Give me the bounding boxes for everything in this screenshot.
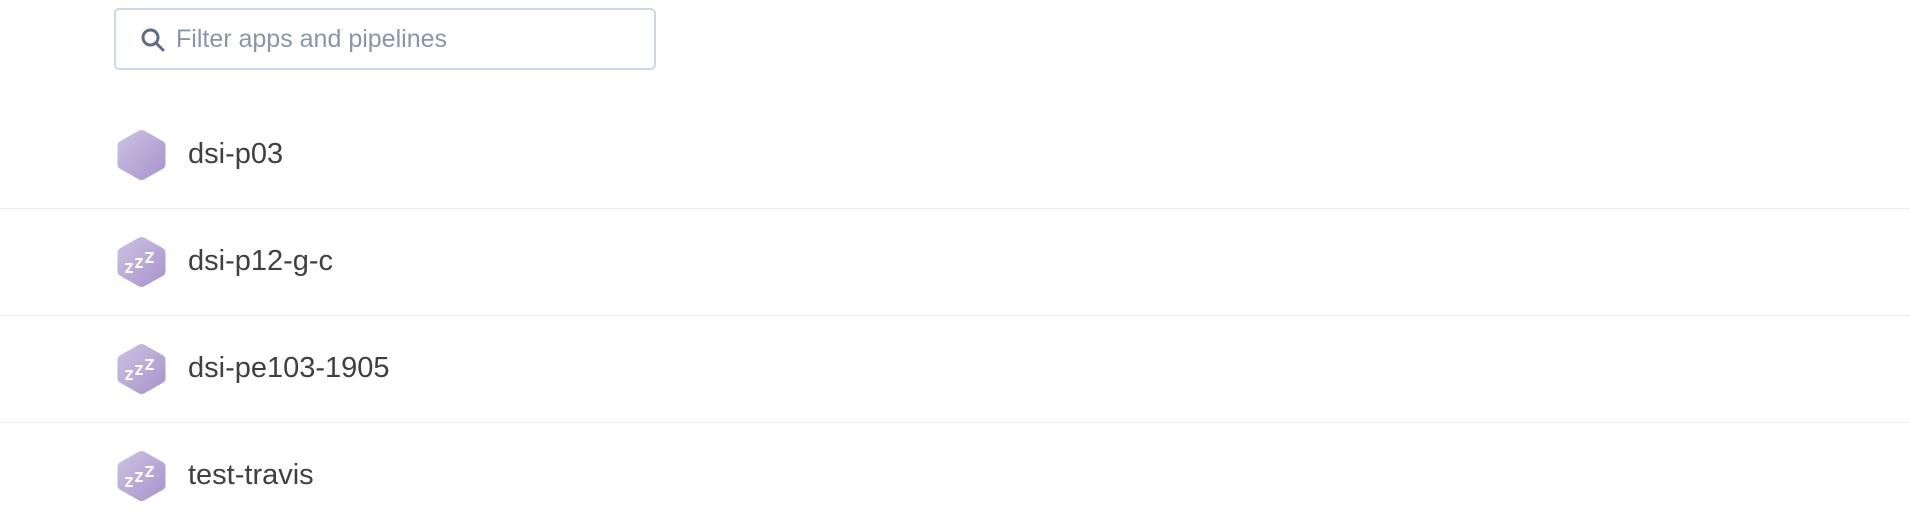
app-sleeping-icon [117,237,166,287]
app-sleeping-icon [117,344,166,394]
app-name[interactable]: dsi-p12-g-c [188,243,333,279]
app-row-test-travis[interactable]: test-travis [0,423,1910,522]
app-list: dsi-p03 dsi-p12-g-c dsi-pe103-1905 test-… [0,102,1910,522]
app-row-dsi-pe103-1905[interactable]: dsi-pe103-1905 [0,316,1910,423]
apps-page: dsi-p03 dsi-p12-g-c [0,0,1910,522]
filter-field[interactable] [114,8,656,70]
app-sleeping-icon [117,451,166,501]
app-hexagon-icon [117,130,166,180]
app-row-dsi-p03[interactable]: dsi-p03 [0,102,1910,209]
app-name[interactable]: dsi-pe103-1905 [188,350,390,386]
search-icon [141,28,165,52]
app-name[interactable]: dsi-p03 [188,136,283,172]
app-name[interactable]: test-travis [188,457,314,493]
filter-apps-input[interactable] [176,10,646,68]
app-row-dsi-p12-g-c[interactable]: dsi-p12-g-c [0,209,1910,316]
